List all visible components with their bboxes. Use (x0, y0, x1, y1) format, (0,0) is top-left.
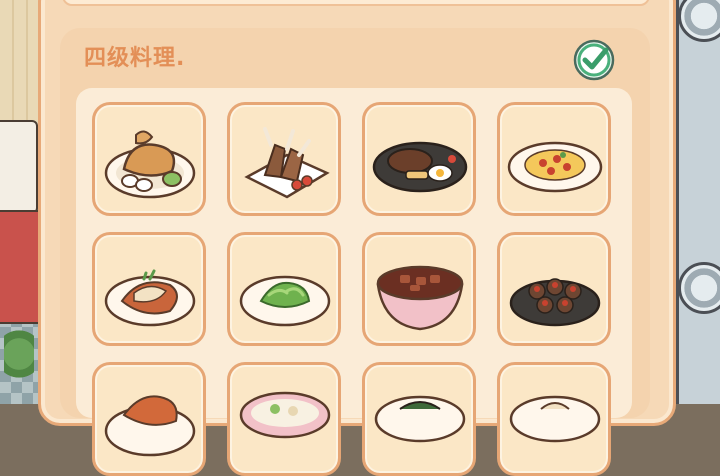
braised-pork-bowl-icon (376, 265, 464, 331)
dish-tile[interactable] (92, 102, 206, 216)
dish-tile[interactable] (227, 102, 341, 216)
green-pepper-stirfry-plate-icon (239, 275, 331, 327)
previous-section-card (62, 0, 650, 6)
dish-tile[interactable] (92, 232, 206, 346)
dish-tile[interactable] (362, 102, 476, 216)
dish-tile[interactable] (92, 362, 206, 476)
section-title: 四级料理. (84, 46, 186, 71)
dumpling-plate-icon (509, 395, 601, 443)
dish-tile[interactable] (497, 232, 611, 346)
stuffed-mushrooms-plate-icon (509, 278, 601, 327)
dish-tile[interactable] (497, 362, 611, 476)
soup-plate-icon (239, 391, 331, 439)
dish-tile[interactable] (362, 232, 476, 346)
braised-ribs-plate-icon (104, 395, 196, 457)
appliance (676, 0, 720, 404)
dish-tile[interactable] (362, 362, 476, 476)
dish-tile[interactable] (497, 102, 611, 216)
steak-egg-plate-icon (372, 141, 468, 193)
kitchen-counter (0, 120, 38, 214)
red-rug (0, 210, 42, 324)
noodle-plate-icon (374, 395, 466, 443)
dish-tile[interactable] (227, 362, 341, 476)
check-circle-icon (572, 38, 616, 82)
roast-chicken-plate-icon (104, 130, 196, 199)
dish-tile[interactable] (227, 232, 341, 346)
plant-icon (4, 330, 34, 390)
tomato-stirfry-plate-icon (507, 141, 603, 193)
braised-fish-plate-icon (104, 269, 196, 327)
lamb-chops-plate-icon (244, 127, 330, 199)
